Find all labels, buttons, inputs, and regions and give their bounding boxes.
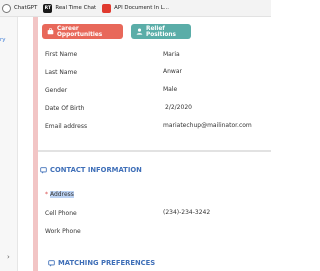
bookmark-api-document[interactable]: API Document In L... (102, 3, 169, 13)
work-phone-label: Work Phone (45, 228, 81, 235)
gender-label: Gender (45, 87, 68, 94)
required-marker: * (45, 191, 48, 198)
matching-preferences-header: MATCHING PREFERENCES (48, 259, 155, 267)
chevron-right-icon[interactable]: › (7, 253, 10, 261)
first-name-value: Maria (163, 51, 180, 58)
sidebar: ry › (0, 17, 18, 271)
bookmark-label: ChatGPT (14, 5, 38, 11)
briefcase-icon (47, 28, 54, 35)
bookmarks-bar: ChatGPT RT Real Time Chat API Document I… (0, 0, 271, 17)
user-icon (136, 28, 143, 35)
chat-icon (40, 166, 47, 174)
relief-positions-label: Relief Positions (146, 25, 176, 38)
chat-icon (48, 259, 55, 267)
date-of-birth-value: 2/2/2020 (165, 104, 192, 111)
email-value: mariatechup@mailinator.com (163, 122, 252, 129)
bookmark-chatgpt[interactable]: ChatGPT (2, 3, 38, 13)
contact-information-header: CONTACT INFORMATION (40, 166, 142, 174)
first-name-label: First Name (45, 51, 78, 58)
career-opportunities-button[interactable]: Career Opportunities (42, 24, 123, 39)
matching-preferences-title: MATCHING PREFERENCES (58, 259, 156, 267)
gender-value: Male (163, 86, 178, 93)
realtime-chat-icon: RT (43, 3, 53, 13)
email-label: Email address (45, 123, 88, 130)
career-opportunities-label: Career Opportunities (57, 25, 103, 38)
chatgpt-icon (2, 3, 11, 13)
section-divider (38, 150, 271, 152)
bookmark-real-time-chat[interactable]: RT Real Time Chat (43, 3, 97, 13)
last-name-value: Anwar (163, 68, 182, 75)
contact-information-title: CONTACT INFORMATION (50, 166, 142, 174)
form-accent-bar (33, 17, 38, 271)
address-label-text: Address (50, 191, 74, 198)
cell-phone-value: (234)-234-3242 (163, 209, 211, 216)
bookmark-label: Real Time Chat (55, 5, 97, 11)
date-of-birth-label: Date Of Birth (45, 105, 85, 112)
api-document-icon (102, 3, 112, 13)
address-label: * Address (45, 191, 74, 198)
relief-positions-button[interactable]: Relief Positions (131, 24, 191, 39)
last-name-label: Last Name (45, 69, 78, 76)
cell-phone-label: Cell Phone (45, 210, 77, 217)
sidebar-text-fragment: ry (0, 37, 6, 43)
bookmark-label: API Document In L... (114, 5, 169, 11)
